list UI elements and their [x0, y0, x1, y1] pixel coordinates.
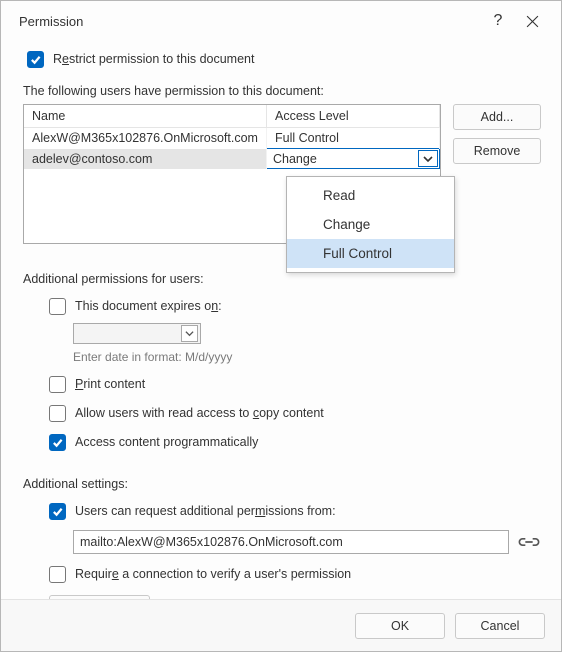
check-icon [52, 437, 63, 448]
programmatic-row[interactable]: Access content programmatically [23, 428, 541, 457]
expire-date-input[interactable] [73, 323, 201, 344]
dialog-title: Permission [19, 14, 481, 29]
copy-checkbox[interactable] [49, 405, 66, 422]
print-checkbox[interactable] [49, 376, 66, 393]
user-level-cell: Full Control [266, 128, 439, 149]
copy-row[interactable]: Allow users with read access to copy con… [23, 399, 541, 428]
close-icon [526, 15, 539, 28]
programmatic-checkbox[interactable] [49, 434, 66, 451]
cancel-button[interactable]: Cancel [455, 613, 545, 639]
table-row[interactable]: adelev@contoso.com Change [24, 149, 440, 169]
expires-checkbox[interactable] [49, 298, 66, 315]
print-label: Print content [75, 378, 145, 391]
request-label: Users can request additional permissions… [75, 505, 336, 518]
request-url-input[interactable] [73, 530, 509, 554]
additional-permissions-label: Additional permissions for users: [23, 262, 541, 292]
link-icon[interactable] [517, 530, 541, 554]
check-icon [52, 506, 63, 517]
programmatic-label: Access content programmatically [75, 436, 258, 449]
help-button[interactable]: ? [481, 4, 515, 38]
restrict-checkbox[interactable] [27, 51, 44, 68]
access-level-popup[interactable]: Read Change Full Control [286, 176, 455, 273]
additional-settings-label: Additional settings: [23, 467, 541, 497]
dialog-footer: OK Cancel [1, 599, 561, 651]
expires-label: This document expires on: [75, 300, 222, 313]
user-name-cell: adelev@contoso.com [24, 149, 266, 169]
restrict-label: Restrict permission to this document [53, 53, 254, 66]
permission-dialog: Permission ? Restrict permission to this… [0, 0, 562, 652]
print-row[interactable]: Print content [23, 370, 541, 399]
popup-item-full-control[interactable]: Full Control [287, 239, 454, 268]
add-button[interactable]: Add... [453, 104, 541, 130]
access-level-dropdown[interactable]: Change [266, 149, 439, 169]
date-format-hint: Enter date in format: M/d/yyyy [73, 350, 541, 364]
ok-button[interactable]: OK [355, 613, 445, 639]
chevron-down-icon [185, 329, 194, 338]
require-connection-label: Require a connection to verify a user's … [75, 568, 351, 581]
col-level[interactable]: Access Level [266, 105, 439, 128]
check-icon [30, 54, 41, 65]
popup-item-change[interactable]: Change [287, 210, 454, 239]
dropdown-toggle[interactable] [418, 150, 438, 167]
date-dropdown-toggle[interactable] [181, 325, 198, 342]
table-row[interactable]: AlexW@M365x102876.OnMicrosoft.com Full C… [24, 128, 440, 149]
request-checkbox[interactable] [49, 503, 66, 520]
users-caption: The following users have permission to t… [23, 74, 541, 104]
expires-row[interactable]: This document expires on: [23, 292, 541, 321]
user-name-cell: AlexW@M365x102876.OnMicrosoft.com [24, 128, 266, 149]
request-row[interactable]: Users can request additional permissions… [23, 497, 541, 526]
col-name[interactable]: Name [24, 105, 266, 128]
require-connection-row[interactable]: Require a connection to verify a user's … [23, 560, 541, 589]
require-connection-checkbox[interactable] [49, 566, 66, 583]
close-button[interactable] [515, 4, 549, 38]
copy-label: Allow users with read access to copy con… [75, 407, 324, 420]
chevron-down-icon [423, 154, 433, 164]
restrict-permission-row[interactable]: Restrict permission to this document [23, 45, 541, 74]
remove-button[interactable]: Remove [453, 138, 541, 164]
popup-item-read[interactable]: Read [287, 181, 454, 210]
titlebar: Permission ? [1, 1, 561, 41]
